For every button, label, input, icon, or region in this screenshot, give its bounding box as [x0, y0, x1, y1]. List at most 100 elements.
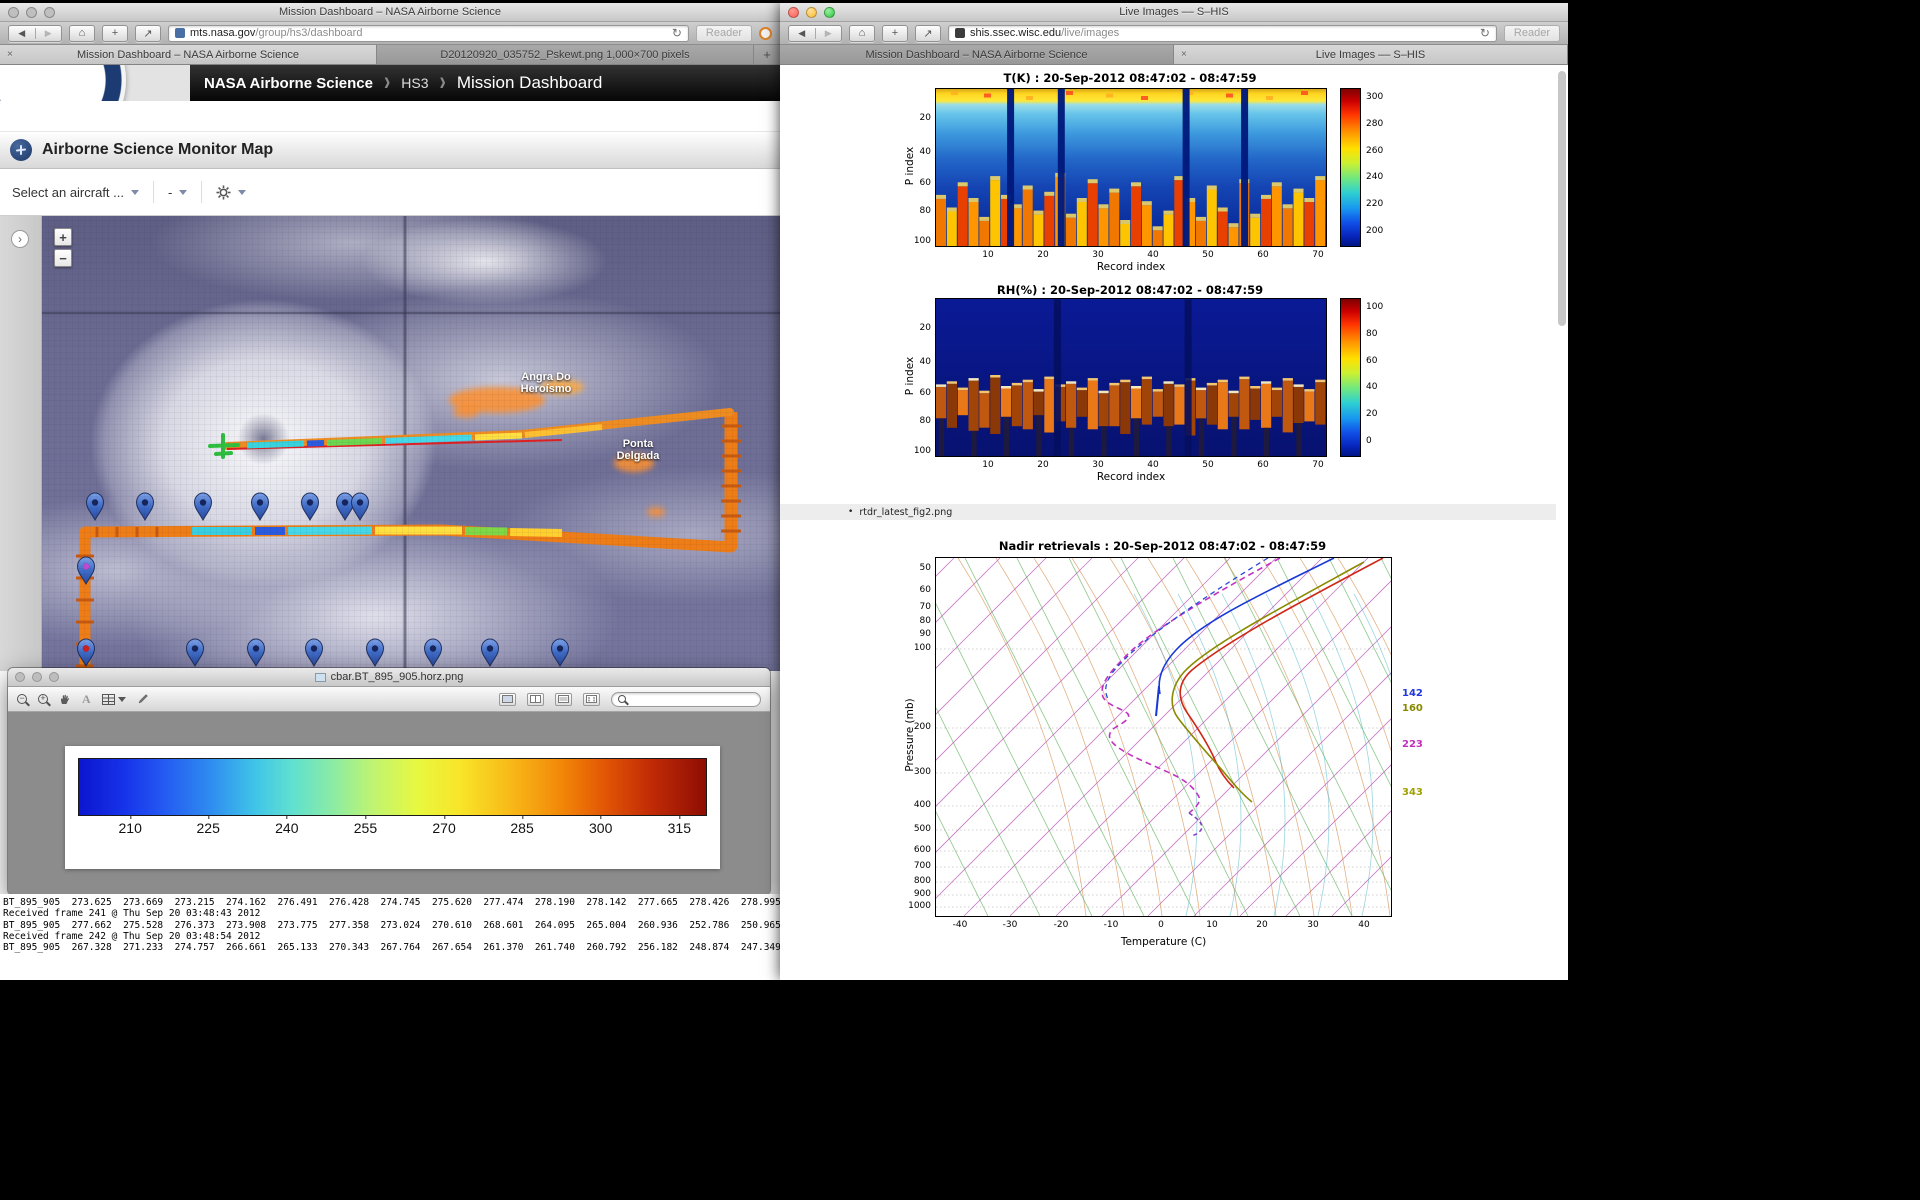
zoom-out-tool[interactable]: − [17, 694, 27, 704]
tick-label: 60 [919, 178, 931, 188]
window-title: Live Images –– S–HIS [1119, 6, 1229, 18]
reload-button[interactable]: ↻ [1480, 26, 1490, 40]
tab-live-images[interactable]: × Live Images –– S–HIS [1174, 45, 1568, 64]
window-controls [788, 6, 835, 18]
zoom-window-button[interactable] [824, 6, 835, 18]
tick-label: 20 [1037, 460, 1049, 470]
retrieval-curve-red [1179, 558, 1384, 789]
chevron-down-icon [179, 189, 188, 195]
monitor-map[interactable]: + − Angra Do Heroísmo Ponta Delgada [42, 216, 780, 671]
new-tab-button[interactable]: + [754, 45, 780, 64]
back-button[interactable]: ◀ [9, 28, 35, 39]
tick-label: 20 [1256, 920, 1268, 930]
reader-button[interactable]: Reader [1503, 24, 1560, 42]
view-mode-split-button[interactable] [527, 692, 544, 706]
plot-title-temperature: T(K) : 20-Sep-2012 08:47:02 - 08:47:59 [1003, 71, 1257, 85]
tick-label: 400 [913, 800, 931, 810]
tab-mission-dashboard[interactable]: × Mission Dashboard – NASA Airborne Scie… [0, 45, 377, 64]
add-bookmark-button[interactable]: + [882, 24, 908, 42]
colorbar-gradient [78, 758, 707, 816]
zoom-in-tool[interactable]: + [38, 694, 48, 704]
text-tool[interactable]: A [82, 692, 91, 707]
minimize-window-button[interactable] [26, 6, 37, 18]
console-log: BT_895_905 273.625 273.669 273.215 274.1… [0, 894, 780, 980]
tick-label: 30 [1307, 920, 1319, 930]
view-mode-single-button[interactable] [499, 692, 516, 706]
address-bar[interactable]: shis.ssec.wisc.edu/live/images ↻ [948, 24, 1497, 42]
map-zoom-out-button[interactable]: − [54, 249, 72, 267]
right-window-titlebar[interactable]: Live Images –– S–HIS [780, 3, 1568, 22]
legend-entry: 142 [1402, 688, 1423, 699]
address-bar[interactable]: mts.nasa.gov/group/hs3/dashboard ↻ [168, 24, 689, 42]
reload-button[interactable]: ↻ [672, 26, 682, 40]
tab-mission-dashboard[interactable]: Mission Dashboard – NASA Airborne Scienc… [780, 45, 1174, 64]
reader-button[interactable]: Reader [695, 24, 752, 42]
activity-indicator-icon[interactable] [759, 26, 772, 40]
tick-label: 40 [1147, 250, 1159, 260]
viewer-zoom-button[interactable] [49, 672, 59, 682]
minimize-window-button[interactable] [806, 6, 817, 18]
colorbar-tick-label: 270 [432, 815, 456, 836]
close-window-button[interactable] [8, 6, 19, 18]
console-line: BT_895_905 273.625 273.669 273.215 274.1… [3, 897, 780, 908]
map-zoom-in-button[interactable]: + [54, 228, 72, 246]
layer-select[interactable]: - [168, 185, 188, 200]
tick-label: 70 [919, 602, 931, 612]
history-nav: ◀ ▶ [788, 24, 842, 42]
heatmap-humidity [935, 298, 1327, 457]
view-mode-grid-button[interactable] [583, 692, 600, 706]
viewer-minimize-button[interactable] [32, 672, 42, 682]
close-tab-icon[interactable]: × [1181, 49, 1187, 60]
tick-label: 20 [919, 323, 931, 333]
home-button[interactable]: ⌂ [849, 24, 875, 42]
x-axis-ticks: 10 20 30 40 50 60 70 [935, 458, 1327, 470]
tick-label: 20 [1037, 250, 1049, 260]
hand-tool[interactable] [59, 693, 71, 705]
expand-panel-button[interactable]: › [11, 230, 29, 248]
close-window-button[interactable] [788, 6, 799, 18]
tick-label: 0 [1366, 436, 1372, 446]
forward-button[interactable]: ▶ [814, 27, 842, 39]
airplane-globe-icon [10, 139, 32, 161]
left-window-titlebar[interactable]: Mission Dashboard – NASA Airborne Scienc… [0, 3, 780, 22]
share-button[interactable]: ↗ [915, 24, 941, 42]
back-button[interactable]: ◀ [789, 28, 815, 39]
waypoint-pins[interactable] [77, 492, 569, 667]
view-mode-list-button[interactable] [555, 692, 572, 706]
scrollbar-thumb[interactable] [1558, 71, 1566, 326]
home-button[interactable]: ⌂ [69, 24, 95, 42]
active-waypoint-dot [82, 645, 90, 652]
window-title: Mission Dashboard – NASA Airborne Scienc… [279, 6, 501, 18]
settings-select[interactable] [216, 185, 247, 200]
skewt-legend: 142 160 223 343 [1402, 557, 1446, 917]
tick-label: 40 [919, 147, 931, 157]
share-button[interactable]: ↗ [135, 24, 161, 42]
aircraft-select[interactable]: Select an aircraft ... [12, 185, 139, 200]
y-axis-label: P index [904, 356, 916, 396]
viewer-close-button[interactable] [15, 672, 25, 682]
forward-button[interactable]: ▶ [34, 27, 62, 39]
map-label-angra-do-heroismo: Angra Do Heroísmo [520, 371, 572, 395]
console-line: BT_895_905 277.662 275.528 276.373 273.9… [3, 919, 780, 931]
zoom-window-button[interactable] [44, 6, 55, 18]
skewt-plot [935, 557, 1392, 917]
aircraft-icon[interactable] [208, 433, 240, 459]
tick-label: 50 [1202, 460, 1214, 470]
tick-label: 70 [1312, 250, 1324, 260]
viewer-titlebar[interactable]: cbar.BT_895_905.horz.png [8, 668, 770, 687]
draw-tool[interactable] [137, 693, 149, 705]
tick-label: 10 [1206, 920, 1218, 930]
add-bookmark-button[interactable]: + [102, 24, 128, 42]
viewer-title: cbar.BT_895_905.horz.png [330, 671, 464, 683]
close-tab-icon[interactable]: × [7, 49, 13, 60]
colorbar-humidity [1340, 298, 1361, 457]
breadcrumb-brand[interactable]: NASA Airborne Science [204, 75, 373, 92]
gear-icon [216, 185, 231, 199]
grid-tool[interactable] [101, 693, 126, 705]
tab-pskewt-image[interactable]: D20120920_035752_Pskewt.png 1,000×700 pi… [377, 45, 754, 64]
colorbar-tick-label: 240 [275, 815, 299, 836]
colorbar-tick-labels: 210 225 240 255 270 285 300 315 [78, 815, 707, 846]
breadcrumb-mission[interactable]: HS3 [401, 75, 428, 91]
viewer-search-field[interactable] [611, 691, 761, 707]
site-favicon [175, 28, 185, 38]
